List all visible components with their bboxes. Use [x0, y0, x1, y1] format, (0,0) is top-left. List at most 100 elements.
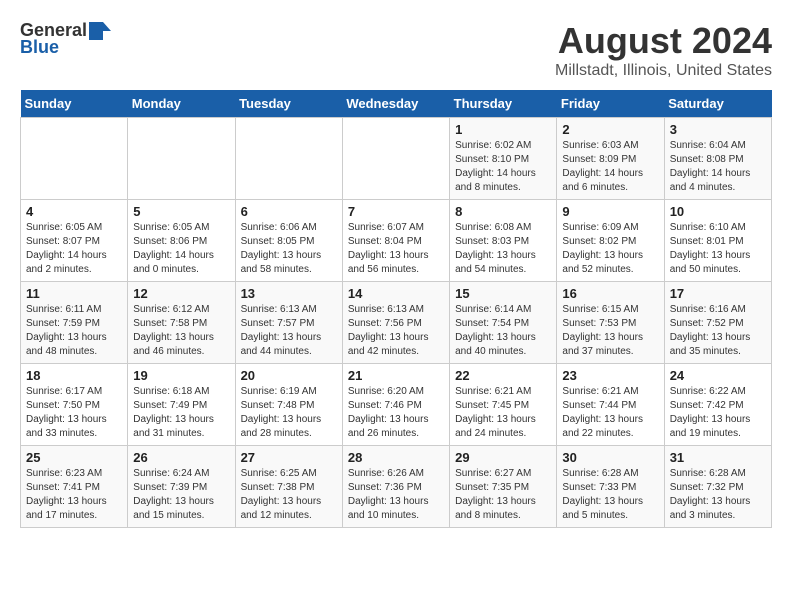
day-number: 7: [348, 204, 444, 219]
day-number: 10: [670, 204, 766, 219]
day-number: 19: [133, 368, 229, 383]
calendar-cell: 20Sunrise: 6:19 AMSunset: 7:48 PMDayligh…: [235, 364, 342, 446]
week-row-2: 4Sunrise: 6:05 AMSunset: 8:07 PMDaylight…: [21, 200, 772, 282]
day-header-friday: Friday: [557, 90, 664, 118]
day-headers-row: SundayMondayTuesdayWednesdayThursdayFrid…: [21, 90, 772, 118]
calendar-cell: 7Sunrise: 6:07 AMSunset: 8:04 PMDaylight…: [342, 200, 449, 282]
day-info: Sunrise: 6:11 AMSunset: 7:59 PMDaylight:…: [26, 303, 122, 359]
day-number: 6: [241, 204, 337, 219]
week-row-3: 11 Sunrise: 6:11 AMSunset: 7:59 PMDayligh…: [21, 282, 772, 364]
calendar-header: SundayMondayTuesdayWednesdayThursdayFrid…: [21, 90, 772, 118]
calendar-cell: 6 Sunrise: 6:06 AMSunset: 8:05 PMDaylight…: [235, 200, 342, 282]
day-info: Sunrise: 6:10 AMSunset: 8:01 PMDaylight:…: [670, 221, 766, 277]
day-number: 21: [348, 368, 444, 383]
day-info: Sunrise: 6:03 AMSunset: 8:09 PMDaylight:…: [562, 139, 658, 195]
calendar-cell: 9Sunrise: 6:09 AMSunset: 8:02 PMDaylight…: [557, 200, 664, 282]
calendar-cell: 30 Sunrise: 6:28 AMSunset: 7:33 PMDayligh…: [557, 446, 664, 528]
calendar-cell: 15 Sunrise: 6:14 AMSunset: 7:54 PMDayligh…: [450, 282, 557, 364]
day-number: 22: [455, 368, 551, 383]
calendar-cell: 8 Sunrise: 6:08 AMSunset: 8:03 PMDaylight…: [450, 200, 557, 282]
day-number: 29: [455, 450, 551, 465]
day-info: Sunrise: 6:13 AMSunset: 7:56 PMDaylight:…: [348, 303, 444, 359]
day-info: Sunrise: 6:08 AMSunset: 8:03 PMDaylight:…: [455, 221, 551, 277]
day-number: 23: [562, 368, 658, 383]
day-info: Sunrise: 6:04 AMSunset: 8:08 PMDaylight:…: [670, 139, 766, 195]
day-number: 27: [241, 450, 337, 465]
day-info: Sunrise: 6:16 AMSunset: 7:52 PMDaylight:…: [670, 303, 766, 359]
day-header-thursday: Thursday: [450, 90, 557, 118]
day-number: 16: [562, 286, 658, 301]
day-header-saturday: Saturday: [664, 90, 771, 118]
calendar-cell: 11 Sunrise: 6:11 AMSunset: 7:59 PMDayligh…: [21, 282, 128, 364]
day-info: Sunrise: 6:09 AMSunset: 8:02 PMDaylight:…: [562, 221, 658, 277]
day-header-wednesday: Wednesday: [342, 90, 449, 118]
calendar-cell: 25 Sunrise: 6:23 AMSunset: 7:41 PMDayligh…: [21, 446, 128, 528]
day-info: Sunrise: 6:23 AMSunset: 7:41 PMDaylight:…: [26, 467, 122, 523]
calendar-cell: [342, 118, 449, 200]
calendar-cell: 28 Sunrise: 6:26 AMSunset: 7:36 PMDayligh…: [342, 446, 449, 528]
title-section: August 2024 Millstadt, Illinois, United …: [555, 20, 772, 80]
calendar-cell: 1 Sunrise: 6:02 AMSunset: 8:10 PMDaylight…: [450, 118, 557, 200]
calendar-cell: 27Sunrise: 6:25 AMSunset: 7:38 PMDayligh…: [235, 446, 342, 528]
calendar-cell: 18Sunrise: 6:17 AMSunset: 7:50 PMDayligh…: [21, 364, 128, 446]
calendar-cell: 12 Sunrise: 6:12 AMSunset: 7:58 PMDayligh…: [128, 282, 235, 364]
calendar-cell: 13Sunrise: 6:13 AMSunset: 7:57 PMDayligh…: [235, 282, 342, 364]
day-number: 20: [241, 368, 337, 383]
day-info: Sunrise: 6:20 AMSunset: 7:46 PMDaylight:…: [348, 385, 444, 441]
day-info: Sunrise: 6:26 AMSunset: 7:36 PMDaylight:…: [348, 467, 444, 523]
calendar-cell: 16 Sunrise: 6:15 AMSunset: 7:53 PMDayligh…: [557, 282, 664, 364]
day-number: 14: [348, 286, 444, 301]
day-number: 2: [562, 122, 658, 137]
day-info: Sunrise: 6:06 AMSunset: 8:05 PMDaylight:…: [241, 221, 337, 277]
logo: General Blue: [20, 20, 111, 58]
week-row-4: 18Sunrise: 6:17 AMSunset: 7:50 PMDayligh…: [21, 364, 772, 446]
day-info: Sunrise: 6:21 AMSunset: 7:44 PMDaylight:…: [562, 385, 658, 441]
day-info: Sunrise: 6:05 AMSunset: 8:06 PMDaylight:…: [133, 221, 229, 277]
calendar-cell: 5 Sunrise: 6:05 AMSunset: 8:06 PMDaylight…: [128, 200, 235, 282]
day-info: Sunrise: 6:27 AMSunset: 7:35 PMDaylight:…: [455, 467, 551, 523]
day-number: 3: [670, 122, 766, 137]
calendar-cell: 26 Sunrise: 6:24 AMSunset: 7:39 PMDayligh…: [128, 446, 235, 528]
day-info: Sunrise: 6:28 AMSunset: 7:33 PMDaylight:…: [562, 467, 658, 523]
calendar-cell: 19Sunrise: 6:18 AMSunset: 7:49 PMDayligh…: [128, 364, 235, 446]
day-header-tuesday: Tuesday: [235, 90, 342, 118]
day-number: 24: [670, 368, 766, 383]
calendar-cell: 23 Sunrise: 6:21 AMSunset: 7:44 PMDayligh…: [557, 364, 664, 446]
day-info: Sunrise: 6:24 AMSunset: 7:39 PMDaylight:…: [133, 467, 229, 523]
calendar-body: 1 Sunrise: 6:02 AMSunset: 8:10 PMDaylight…: [21, 118, 772, 528]
day-number: 4: [26, 204, 122, 219]
day-number: 26: [133, 450, 229, 465]
day-number: 31: [670, 450, 766, 465]
calendar-cell: [128, 118, 235, 200]
day-number: 25: [26, 450, 122, 465]
logo-bird-icon: [89, 22, 111, 40]
day-info: Sunrise: 6:15 AMSunset: 7:53 PMDaylight:…: [562, 303, 658, 359]
day-number: 28: [348, 450, 444, 465]
day-info: Sunrise: 6:28 AMSunset: 7:32 PMDaylight:…: [670, 467, 766, 523]
day-number: 8: [455, 204, 551, 219]
calendar-cell: [235, 118, 342, 200]
day-info: Sunrise: 6:02 AMSunset: 8:10 PMDaylight:…: [455, 139, 551, 195]
calendar-cell: 14 Sunrise: 6:13 AMSunset: 7:56 PMDayligh…: [342, 282, 449, 364]
day-number: 18: [26, 368, 122, 383]
week-row-1: 1 Sunrise: 6:02 AMSunset: 8:10 PMDaylight…: [21, 118, 772, 200]
calendar-cell: 10 Sunrise: 6:10 AMSunset: 8:01 PMDayligh…: [664, 200, 771, 282]
day-info: Sunrise: 6:14 AMSunset: 7:54 PMDaylight:…: [455, 303, 551, 359]
logo-blue-text: Blue: [20, 37, 59, 58]
calendar-cell: 24 Sunrise: 6:22 AMSunset: 7:42 PMDayligh…: [664, 364, 771, 446]
day-info: Sunrise: 6:22 AMSunset: 7:42 PMDaylight:…: [670, 385, 766, 441]
day-number: 30: [562, 450, 658, 465]
calendar-cell: 29 Sunrise: 6:27 AMSunset: 7:35 PMDayligh…: [450, 446, 557, 528]
day-info: Sunrise: 6:12 AMSunset: 7:58 PMDaylight:…: [133, 303, 229, 359]
day-number: 13: [241, 286, 337, 301]
day-number: 12: [133, 286, 229, 301]
day-number: 5: [133, 204, 229, 219]
calendar-cell: 22Sunrise: 6:21 AMSunset: 7:45 PMDayligh…: [450, 364, 557, 446]
day-number: 15: [455, 286, 551, 301]
day-number: 11: [26, 286, 122, 301]
calendar-title: August 2024: [555, 20, 772, 62]
day-number: 1: [455, 122, 551, 137]
day-header-monday: Monday: [128, 90, 235, 118]
calendar-cell: 2 Sunrise: 6:03 AMSunset: 8:09 PMDaylight…: [557, 118, 664, 200]
calendar-cell: 31 Sunrise: 6:28 AMSunset: 7:32 PMDayligh…: [664, 446, 771, 528]
